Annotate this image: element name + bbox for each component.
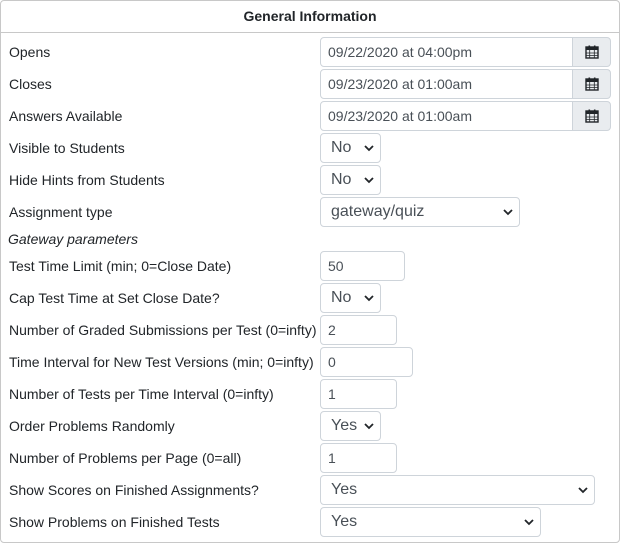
graded-submissions-label: Number of Graded Submissions per Test (0… (9, 322, 317, 338)
general-information-panel: General Information Opens 09/22/2020 at … (0, 0, 620, 543)
hide-hints-select[interactable]: No (320, 165, 381, 195)
gateway-parameters-heading: Gateway parameters (8, 231, 138, 247)
time-interval-label: Time Interval for New Test Versions (min… (9, 354, 314, 370)
tests-per-interval-label: Number of Tests per Time Interval (0=inf… (9, 386, 274, 402)
show-problems-label: Show Problems on Finished Tests (9, 514, 220, 530)
visible-to-students-value: No (331, 139, 352, 156)
time-interval-input[interactable]: 0 (320, 347, 413, 377)
cap-test-time-select[interactable]: No (320, 283, 381, 313)
show-scores-select[interactable]: Yes (320, 475, 595, 505)
assignment-type-label: Assignment type (9, 204, 113, 220)
opens-label: Opens (9, 44, 51, 60)
calendar-icon (584, 45, 599, 59)
calendar-icon (584, 109, 599, 123)
chevron-down-icon (578, 476, 588, 504)
assignment-type-select[interactable]: gateway/quiz (320, 197, 520, 227)
problems-per-page-label: Number of Problems per Page (0=all) (9, 450, 242, 466)
visible-to-students-select[interactable]: No (320, 133, 381, 163)
opens-calendar-button[interactable] (572, 37, 611, 67)
chevron-down-icon (364, 166, 374, 194)
closes-calendar-button[interactable] (572, 69, 611, 99)
chevron-down-icon (364, 284, 374, 312)
problems-per-page-input[interactable]: 1 (320, 443, 397, 473)
hide-hints-label: Hide Hints from Students (9, 172, 165, 188)
tests-per-interval-input[interactable]: 1 (320, 379, 397, 409)
answers-available-label: Answers Available (9, 108, 123, 124)
test-time-limit-label: Test Time Limit (min; 0=Close Date) (9, 258, 232, 274)
chevron-down-icon (503, 198, 513, 226)
order-randomly-value: Yes (331, 417, 358, 434)
calendar-icon (584, 77, 599, 91)
show-scores-label: Show Scores on Finished Assignments? (9, 482, 259, 498)
opens-date-input[interactable]: 09/22/2020 at 04:00pm (320, 37, 573, 67)
visible-to-students-label: Visible to Students (9, 140, 125, 156)
show-problems-select[interactable]: Yes (320, 507, 541, 537)
order-randomly-label: Order Problems Randomly (9, 418, 175, 434)
assignment-type-value: gateway/quiz (331, 203, 425, 220)
closes-label: Closes (9, 76, 52, 92)
show-problems-value: Yes (331, 513, 358, 530)
show-scores-value: Yes (331, 481, 358, 498)
section-title: General Information (1, 1, 619, 33)
graded-submissions-input[interactable]: 2 (320, 315, 397, 345)
hide-hints-value: No (331, 171, 352, 188)
answers-available-date-input[interactable]: 09/23/2020 at 01:00am (320, 101, 573, 131)
cap-test-time-label: Cap Test Time at Set Close Date? (9, 290, 220, 306)
order-randomly-select[interactable]: Yes (320, 411, 381, 441)
answers-available-calendar-button[interactable] (572, 101, 611, 131)
chevron-down-icon (364, 412, 374, 440)
chevron-down-icon (364, 134, 374, 162)
chevron-down-icon (524, 508, 534, 536)
test-time-limit-input[interactable]: 50 (320, 251, 405, 281)
cap-test-time-value: No (331, 289, 352, 306)
closes-date-input[interactable]: 09/23/2020 at 01:00am (320, 69, 573, 99)
